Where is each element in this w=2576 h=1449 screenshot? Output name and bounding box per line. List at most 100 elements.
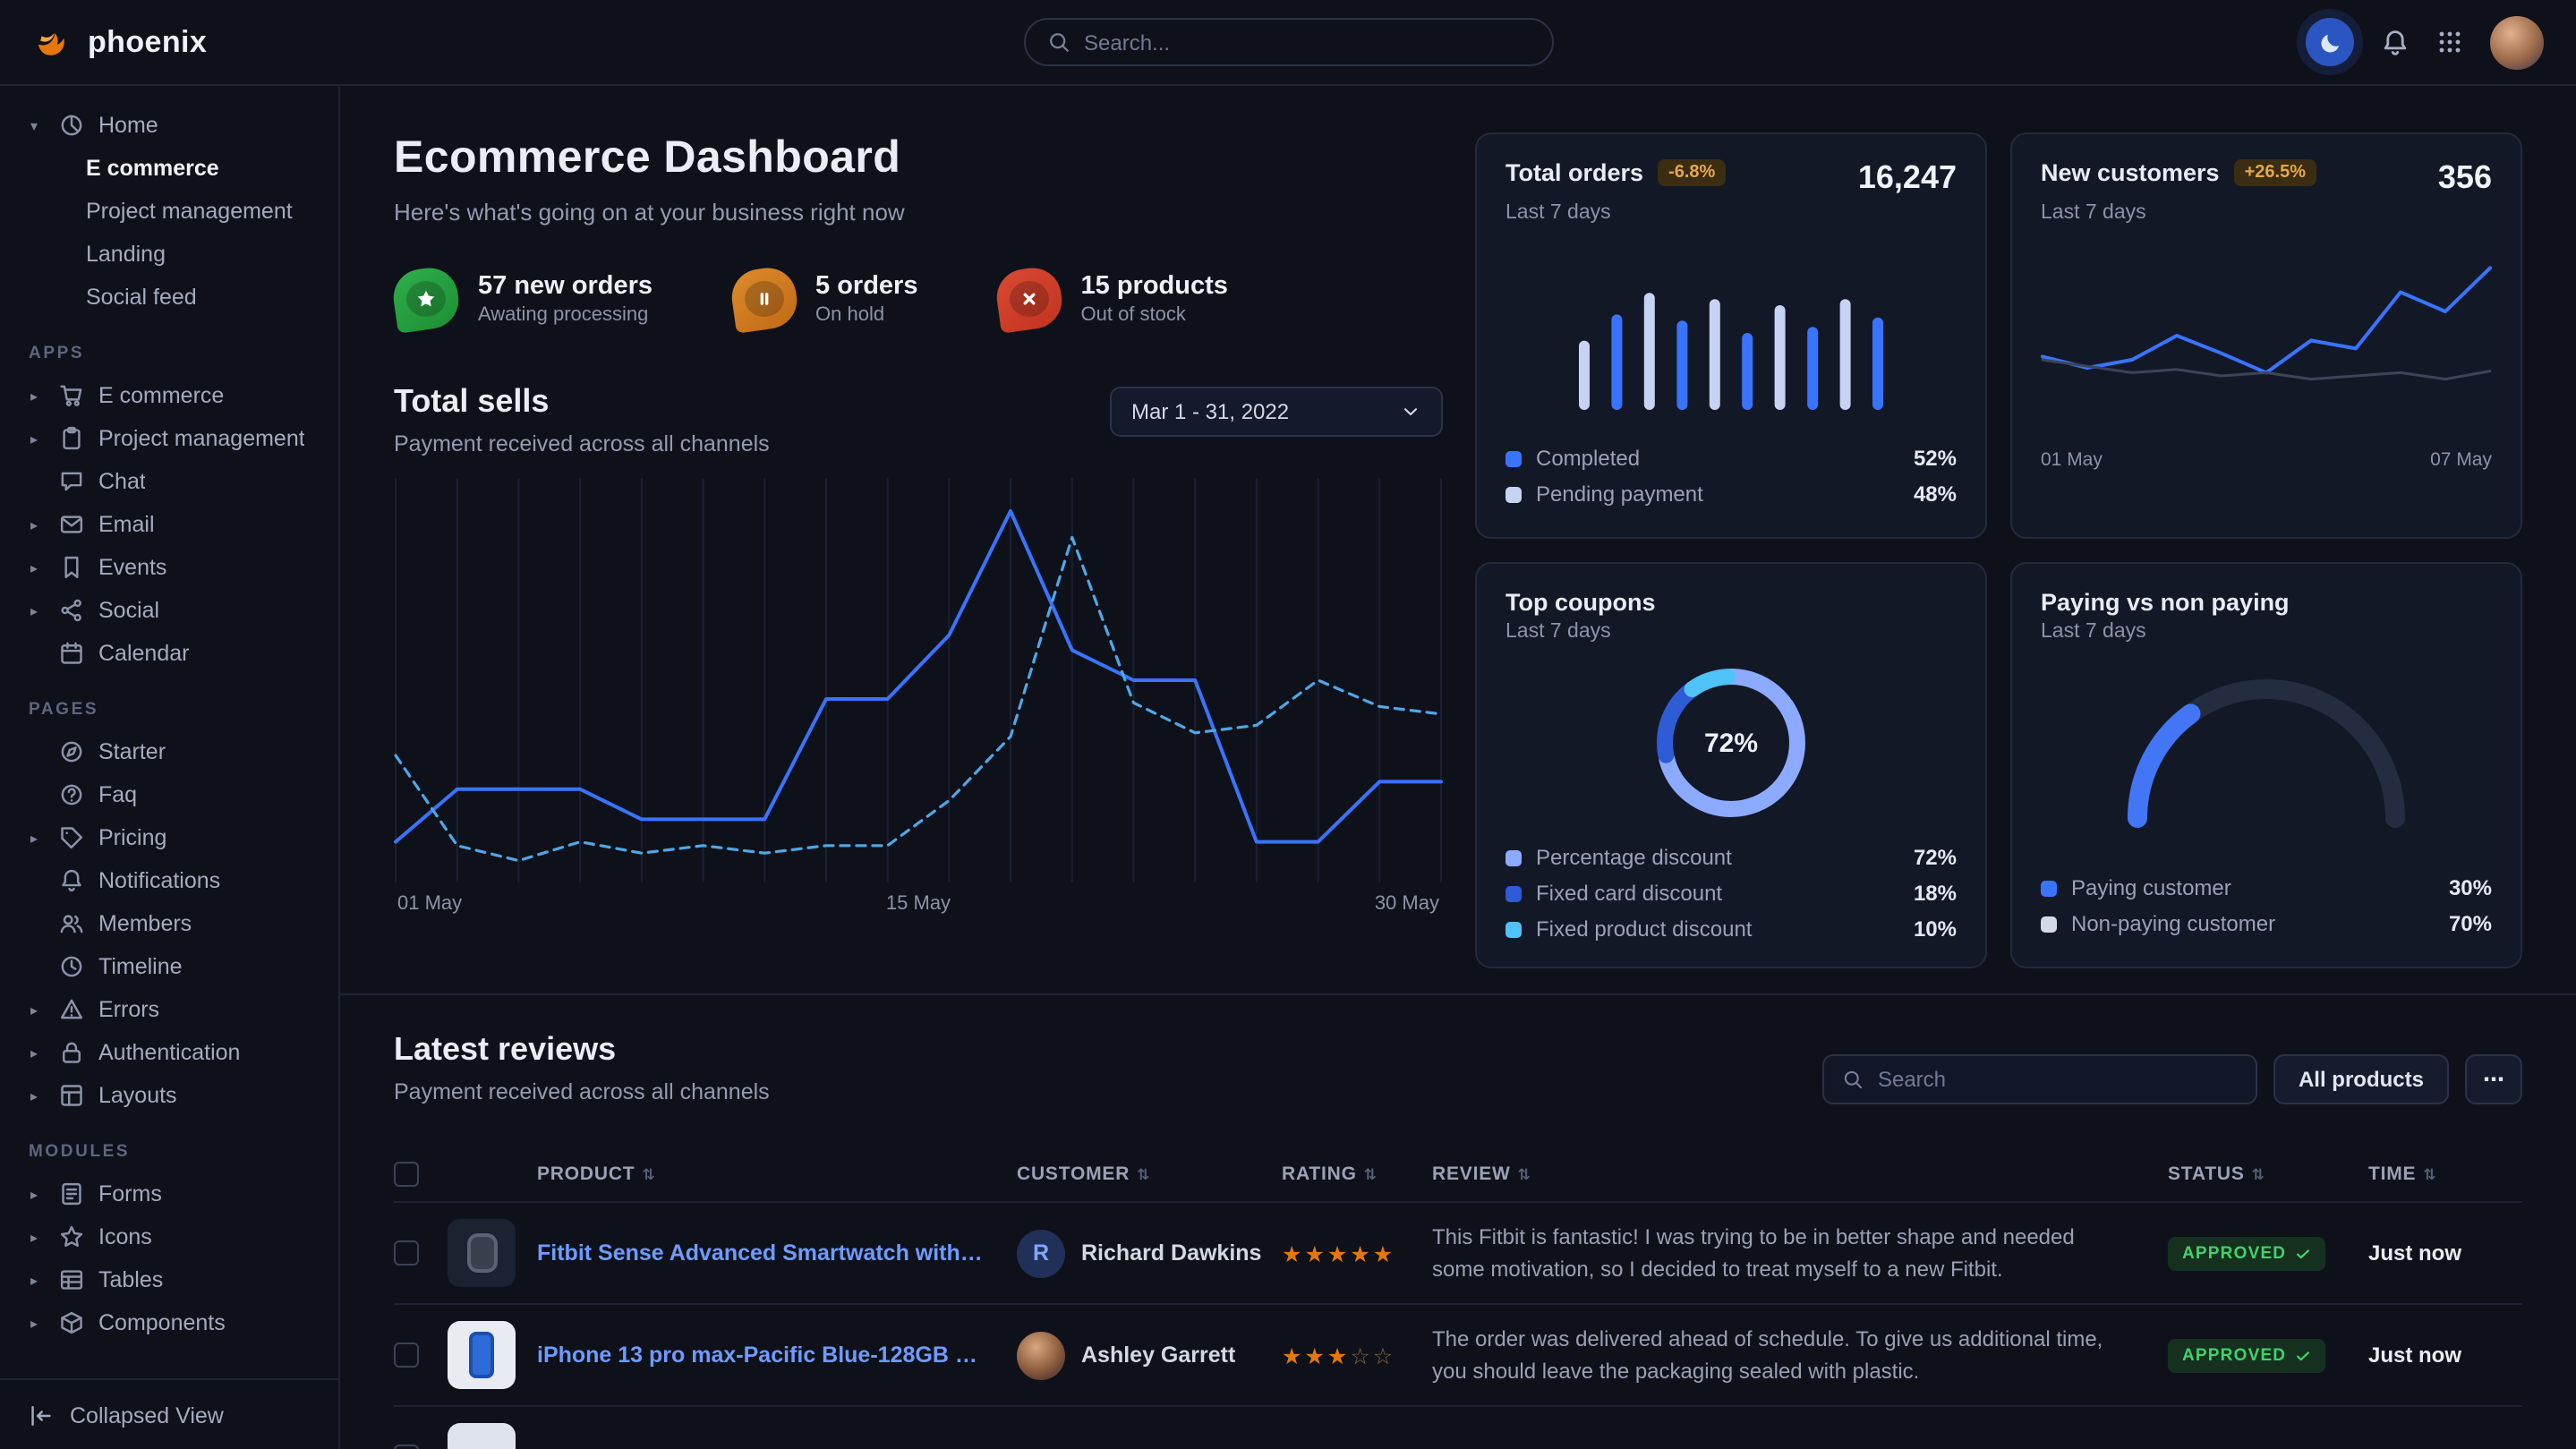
sidebar-item-label: Authentication <box>98 1040 240 1065</box>
cart-icon <box>55 383 86 408</box>
total-sells-title: Total sells <box>394 383 770 421</box>
col-customer[interactable]: CUSTOMER⇅ <box>1017 1163 1282 1185</box>
sidebar-item-chat[interactable]: Chat <box>25 460 320 503</box>
rating: ★★★☆☆ <box>1282 1342 1432 1368</box>
theme-toggle-button[interactable] <box>2306 18 2354 66</box>
sidebar-item-calendar[interactable]: Calendar <box>25 632 320 675</box>
sidebar-item-notifications[interactable]: Notifications <box>25 859 320 902</box>
row-checkbox[interactable] <box>394 1445 419 1449</box>
star-icon: ★ <box>1282 1241 1304 1266</box>
sidebar-item-label: Chat <box>98 469 146 494</box>
dashboard-top: Ecommerce Dashboard Here's what's going … <box>340 86 2576 968</box>
sidebar-item-label: Calendar <box>98 641 189 666</box>
main-content: Ecommerce Dashboard Here's what's going … <box>340 86 2576 1449</box>
legend-label: Pending payment <box>1536 482 1899 507</box>
apps-grid-icon[interactable] <box>2436 29 2463 55</box>
global-search[interactable] <box>1023 18 1553 66</box>
caret-icon: ▸ <box>25 830 43 846</box>
select-all-checkbox[interactable] <box>394 1162 419 1187</box>
product-cell: iPhone 13 pro max-Pacific Blue-128GB sto… <box>537 1342 1017 1368</box>
sidebar-item-email[interactable]: ▸Email <box>25 503 320 546</box>
col-product[interactable]: PRODUCT⇅ <box>537 1163 1017 1185</box>
sidebar-item-authentication[interactable]: ▸Authentication <box>25 1031 320 1074</box>
sidebar-item-errors[interactable]: ▸Errors <box>25 988 320 1031</box>
sidebar-item-label: Social <box>98 598 159 623</box>
mail-icon <box>55 512 86 537</box>
new-customers-card: New customers +26.5% 356 Last 7 days 01 … <box>2010 132 2522 539</box>
layout-icon <box>55 1083 86 1108</box>
reviews-search[interactable] <box>1822 1054 2257 1104</box>
page-subtitle: Here's what's going on at your business … <box>394 199 1443 226</box>
legend-value: 52% <box>1914 446 1957 471</box>
sidebar-item-events[interactable]: ▸Events <box>25 546 320 589</box>
sidebar-item-faq[interactable]: Faq <box>25 773 320 816</box>
more-actions-button[interactable]: ⋯ <box>2465 1054 2522 1104</box>
user-avatar[interactable] <box>2490 15 2544 69</box>
sidebar-item-forms[interactable]: ▸Forms <box>25 1172 320 1215</box>
sidebar-subitem-landing[interactable]: Landing <box>25 233 320 276</box>
global-search-input[interactable] <box>1084 30 1530 55</box>
sidebar-item-tables[interactable]: ▸Tables <box>25 1258 320 1301</box>
date-range-select[interactable]: Mar 1 - 31, 2022 <box>1110 387 1443 437</box>
legend-swatch <box>2041 880 2057 896</box>
row-checkbox[interactable] <box>394 1342 419 1368</box>
all-products-button[interactable]: All products <box>2273 1054 2449 1104</box>
sidebar-item-pricing[interactable]: ▸Pricing <box>25 816 320 859</box>
row-checkbox[interactable] <box>394 1240 419 1266</box>
stat-value: 57 new orders <box>478 272 653 301</box>
legend-swatch <box>1506 450 1522 466</box>
caret-icon: ▸ <box>25 1186 43 1202</box>
review-text: This Fitbit is fantastic! I was trying t… <box>1432 1221 2168 1285</box>
sidebar-item-members[interactable]: Members <box>25 902 320 945</box>
sidebar-item-icons[interactable]: ▸Icons <box>25 1215 320 1258</box>
status-cell: APPROVED <box>2168 1337 2368 1373</box>
total-orders-legend: Completed52%Pending payment48% <box>1506 440 1957 512</box>
star-icon <box>55 1224 86 1249</box>
sidebar-subitem-project-management[interactable]: Project management <box>25 190 320 233</box>
col-review[interactable]: REVIEW⇅ <box>1432 1163 2168 1185</box>
stat-value: 15 products <box>1081 272 1228 301</box>
checkbox-cell <box>394 1240 448 1266</box>
sidebar-subitem-social-feed[interactable]: Social feed <box>25 276 320 319</box>
collapsed-view-toggle[interactable]: Collapsed View <box>0 1378 338 1449</box>
paying-vs-nonpaying-card: Paying vs non paying Last 7 days Paying … <box>2010 562 2522 968</box>
sidebar-item-starter[interactable]: Starter <box>25 730 320 773</box>
product-thumbnail <box>448 1423 516 1449</box>
product-link[interactable]: iPhone 13 pro max-Pacific Blue-128GB sto… <box>537 1342 988 1368</box>
sidebar-item-e-commerce[interactable]: ▸E commerce <box>25 374 320 417</box>
caret-icon: ▸ <box>25 388 43 404</box>
xmark-icon <box>1010 281 1049 317</box>
product-link[interactable]: Fitbit Sense Advanced Smartwatch with To… <box>537 1240 988 1266</box>
reviews-heading: Latest reviews Payment received across a… <box>394 1031 770 1104</box>
customer-cell: RRichard Dawkins <box>1017 1229 1282 1277</box>
star-icon: ☆ <box>1350 1343 1372 1368</box>
brand[interactable]: phoenix <box>32 21 207 63</box>
col-status[interactable]: STATUS⇅ <box>2168 1163 2368 1185</box>
sidebar-item-timeline[interactable]: Timeline <box>25 945 320 988</box>
legend-label: Completed <box>1536 446 1899 471</box>
legend-swatch <box>1506 486 1522 502</box>
status-badge-label: APPROVED <box>2182 1244 2286 1264</box>
sidebar-group-label-apps: APPS <box>29 344 320 363</box>
top-coupons-legend: Percentage discount72%Fixed card discoun… <box>1506 840 1957 947</box>
customer-cell: Ashley Garrett <box>1017 1331 1282 1379</box>
caret-icon: ▸ <box>25 1229 43 1245</box>
top-navbar: phoenix <box>0 0 2576 86</box>
sidebar-item-social[interactable]: ▸Social <box>25 589 320 632</box>
reviews-title: Latest reviews <box>394 1031 770 1069</box>
reviews-search-input[interactable] <box>1878 1067 2238 1092</box>
sidebar-item-layouts[interactable]: ▸Layouts <box>25 1074 320 1117</box>
col-time[interactable]: TIME⇅ <box>2368 1163 2522 1185</box>
sidebar-item-home[interactable]: ▾Home <box>25 104 320 147</box>
total-sells-subtitle: Payment received across all channels <box>394 431 770 456</box>
notifications-bell-icon[interactable] <box>2381 28 2410 56</box>
sidebar-item-project-management[interactable]: ▸Project management <box>25 417 320 460</box>
sidebar-subitem-e-commerce[interactable]: E commerce <box>25 147 320 190</box>
col-rating[interactable]: RATING⇅ <box>1282 1163 1432 1185</box>
sidebar-item-components[interactable]: ▸Components <box>25 1301 320 1344</box>
legend-label: Paying customer <box>2071 875 2435 900</box>
legend-value: 30% <box>2449 875 2492 900</box>
checkbox-cell <box>394 1342 448 1368</box>
paying-legend: Paying customer30%Non-paying customer70% <box>2041 870 2492 942</box>
reviews-table-body: Fitbit Sense Advanced Smartwatch with To… <box>394 1201 2522 1449</box>
